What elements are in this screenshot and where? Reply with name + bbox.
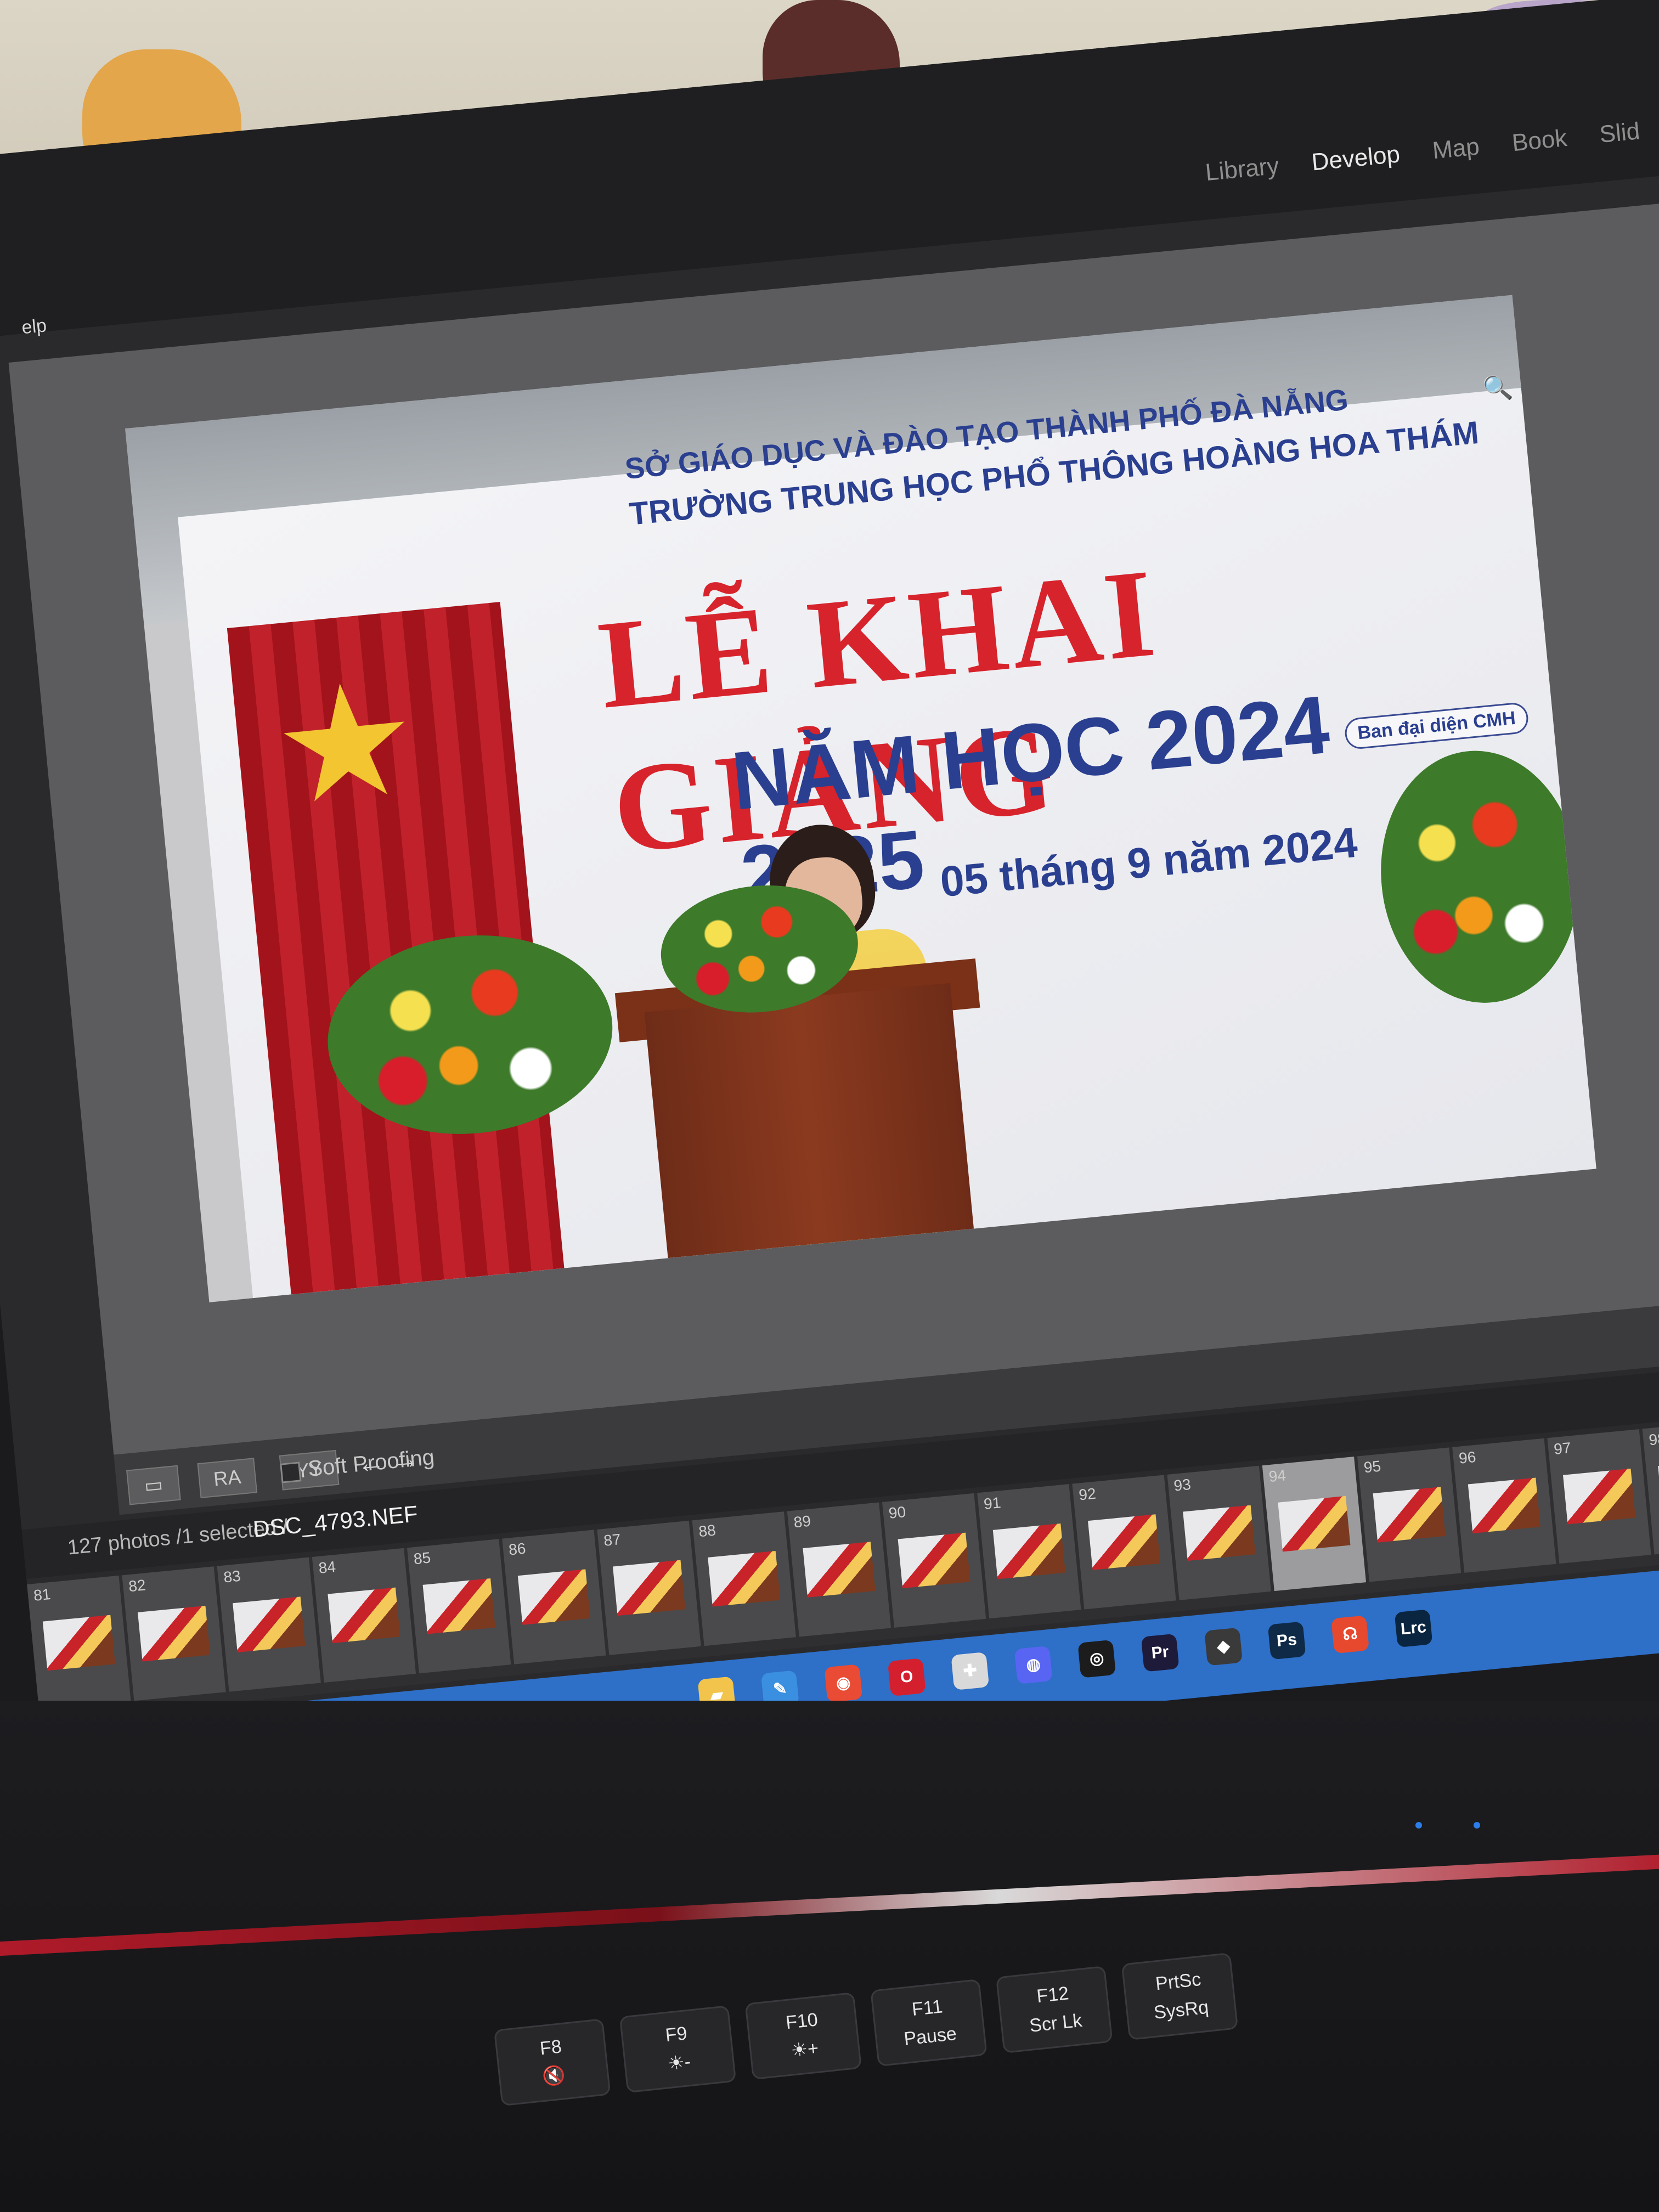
thumbnail-number: 84 <box>318 1558 337 1577</box>
photo-preview[interactable]: SỞ GIÁO DỤC VÀ ĐÀO TẠO THÀNH PHỐ ĐÀ NẴNG… <box>125 295 1596 1302</box>
thumbnail-image <box>422 1578 495 1634</box>
thumbnail-number: 85 <box>413 1549 432 1568</box>
thumbnail-number: 89 <box>793 1512 812 1531</box>
thumbnail-number: 82 <box>127 1576 146 1595</box>
tools-taskbar-icon[interactable]: ✚ <box>951 1652 990 1690</box>
thumbnail-image <box>517 1569 590 1625</box>
thumbnail-image <box>328 1587 400 1644</box>
thumbnail-image <box>1087 1514 1161 1570</box>
thumbnail-image <box>1373 1487 1446 1543</box>
thumbnail-number: 90 <box>888 1503 907 1522</box>
key-f10[interactable]: F10 ☀+ <box>744 1992 862 2080</box>
led-indicator <box>1415 1822 1422 1829</box>
filmstrip-thumbnail[interactable]: 83 <box>217 1557 321 1692</box>
module-slideshow[interactable]: Slid <box>1598 117 1641 149</box>
filmstrip-thumbnail[interactable]: 97 <box>1547 1429 1651 1564</box>
thumbnail-image <box>708 1550 781 1607</box>
thumbnail-image <box>1278 1496 1351 1552</box>
filmstrip-thumbnail[interactable]: 91 <box>977 1484 1081 1619</box>
filmstrip-thumbnail[interactable]: 81 <box>27 1575 131 1710</box>
laptop-screen: Library Develop Map Book Slid elp SỞ GIÁ… <box>0 0 1659 1809</box>
thumbnail-number: 83 <box>223 1567 242 1586</box>
filmstrip-thumbnail[interactable]: 85 <box>407 1539 511 1674</box>
thumbnail-number: 86 <box>507 1539 527 1559</box>
led-indicator <box>1474 1822 1481 1829</box>
soft-proofing-checkbox[interactable] <box>280 1462 302 1483</box>
headset-taskbar-icon[interactable]: ☊ <box>1331 1615 1369 1654</box>
key-f8[interactable]: F8 🔇 <box>494 2018 611 2107</box>
filmstrip-thumbnail[interactable]: 89 <box>787 1502 891 1637</box>
thumbnail-number: 96 <box>1458 1448 1477 1467</box>
lrc-taskbar-icon[interactable]: Lrc <box>1394 1609 1433 1648</box>
thumbnail-number: 92 <box>1077 1485 1097 1504</box>
filmstrip-thumbnail[interactable]: 86 <box>502 1530 606 1664</box>
key-f12[interactable]: F12 Scr Lk <box>995 1965 1113 2054</box>
thumbnail-number: 91 <box>983 1494 1002 1513</box>
zoom-icon[interactable]: 🔍 <box>1481 373 1514 404</box>
thumbnail-image <box>1562 1468 1636 1525</box>
key-f11[interactable]: F11 Pause <box>870 1978 988 2067</box>
filmstrip-thumbnail[interactable]: 84 <box>312 1548 416 1683</box>
discord-taskbar-icon[interactable]: ◍ <box>1014 1645 1053 1684</box>
thumbnail-number: 81 <box>32 1585 52 1604</box>
opera-taskbar-icon[interactable]: O <box>887 1658 926 1697</box>
thumbnail-number: 88 <box>698 1521 717 1541</box>
key-prtsc[interactable]: PrtSc SysRq <box>1121 1952 1239 2041</box>
filmstrip-thumbnail[interactable]: 90 <box>882 1493 986 1628</box>
thumbnail-number: 95 <box>1363 1457 1382 1476</box>
key-f9[interactable]: F9 ☀- <box>619 2005 737 2094</box>
loupe-view-button[interactable]: ▭ <box>126 1465 181 1505</box>
before-after-button[interactable]: RA <box>197 1458 258 1498</box>
filmstrip-thumbnail[interactable]: 93 <box>1167 1465 1271 1600</box>
thumbnail-image <box>898 1532 970 1589</box>
thumbnail-number: 93 <box>1173 1475 1192 1494</box>
status-leds <box>1415 1821 1530 1831</box>
thumbnail-image <box>1183 1505 1256 1561</box>
filmstrip-thumbnail[interactable]: 95 <box>1357 1447 1462 1582</box>
filmstrip-thumbnail[interactable]: 96 <box>1452 1438 1556 1573</box>
laptop-base <box>0 1701 1659 2212</box>
wooden-podium <box>644 983 974 1259</box>
thumbnail-image <box>992 1523 1065 1579</box>
filmstrip-thumbnail[interactable]: 88 <box>692 1511 796 1646</box>
thumbnail-image <box>613 1560 686 1616</box>
unity-taskbar-icon[interactable]: ◆ <box>1204 1627 1243 1666</box>
filmstrip-thumbnail[interactable]: 92 <box>1072 1475 1176 1610</box>
chrome-taskbar-icon[interactable]: ◉ <box>824 1664 863 1703</box>
thumbnail-image <box>803 1542 876 1598</box>
camera-taskbar-icon[interactable]: ◎ <box>1077 1639 1116 1678</box>
thumbnail-number: 97 <box>1553 1439 1572 1458</box>
filmstrip-thumbnail[interactable]: 87 <box>597 1520 701 1655</box>
ps-taskbar-icon[interactable]: Ps <box>1267 1621 1306 1660</box>
menu-help[interactable]: elp <box>21 315 48 338</box>
filmstrip-thumbnail[interactable]: 82 <box>122 1566 226 1701</box>
module-book[interactable]: Book <box>1511 125 1568 157</box>
thumbnail-image <box>233 1596 306 1652</box>
thumbnail-image <box>42 1615 115 1671</box>
thumbnail-image <box>1468 1477 1541 1534</box>
thumbnail-number: 87 <box>602 1530 622 1549</box>
thumbnail-image <box>138 1606 211 1662</box>
thumbnail-number: 94 <box>1268 1466 1287 1486</box>
thumbnail-number: 98 <box>1648 1430 1659 1449</box>
module-map[interactable]: Map <box>1431 133 1481 165</box>
filmstrip-thumbnail[interactable]: 94 <box>1262 1457 1367 1592</box>
pr-taskbar-icon[interactable]: Pr <box>1141 1633 1180 1672</box>
